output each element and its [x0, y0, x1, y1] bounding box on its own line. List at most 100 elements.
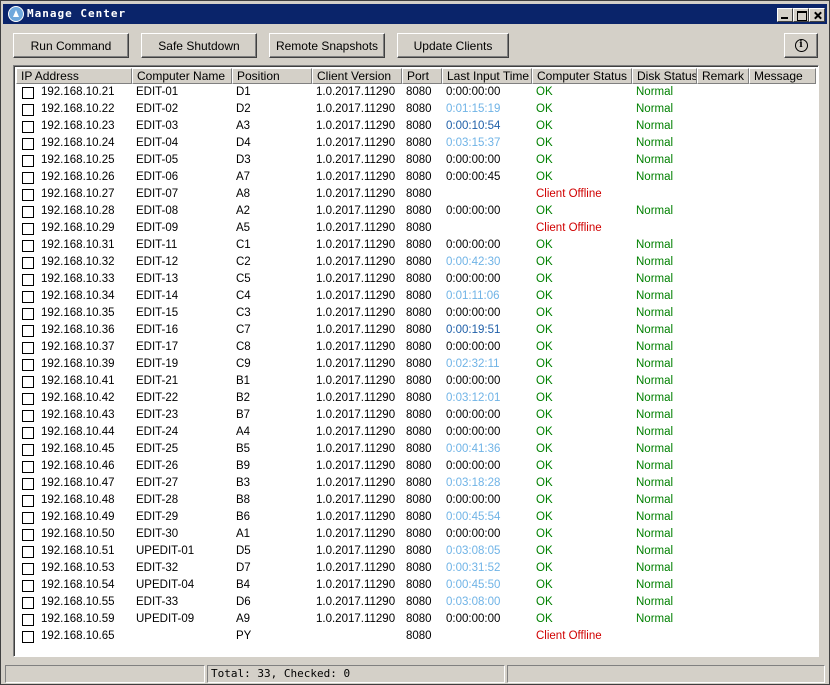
column-header-position[interactable]: Position — [232, 68, 312, 84]
table-row[interactable]: 192.168.10.33 EDIT-13 C5 1.0.2017.11290 8080… — [16, 271, 816, 288]
title-bar[interactable]: Manage Center — [3, 4, 827, 24]
column-header-ip-address[interactable]: IP Address — [16, 68, 132, 84]
info-button[interactable]: i — [784, 33, 818, 58]
ip-address-cell: 192.168.10.59 — [16, 611, 132, 628]
table-row[interactable]: 192.168.10.39 EDIT-19 C9 1.0.2017.11290 8080… — [16, 356, 816, 373]
table-row[interactable]: 192.168.10.41 EDIT-21 B1 1.0.2017.11290 8080… — [16, 373, 816, 390]
table-row[interactable]: 192.168.10.25 EDIT-05 D3 1.0.2017.11290 8080… — [16, 152, 816, 169]
client-version-cell: 1.0.2017.11290 — [316, 426, 396, 438]
row-checkbox[interactable] — [22, 460, 34, 473]
row-checkbox[interactable] — [22, 341, 34, 354]
row-checkbox[interactable] — [22, 528, 34, 541]
table-row[interactable]: 192.168.10.47 EDIT-27 B3 1.0.2017.11290 8080… — [16, 475, 816, 492]
computer-status-cell: OK — [536, 375, 553, 387]
maximize-button[interactable] — [793, 8, 809, 22]
row-checkbox[interactable] — [22, 596, 34, 609]
clients-list[interactable]: IP Address Computer Name Position Client… — [13, 65, 819, 657]
computer-name-cell: EDIT-24 — [136, 426, 179, 438]
table-row[interactable]: 192.168.10.46 EDIT-26 B9 1.0.2017.11290 8080… — [16, 458, 816, 475]
row-checkbox[interactable] — [22, 494, 34, 507]
column-header-computer-status[interactable]: Computer Status — [532, 68, 632, 84]
table-row[interactable]: 192.168.10.29 EDIT-09 A5 1.0.2017.11290 8080… — [16, 220, 816, 237]
computer-status-cell: OK — [536, 86, 553, 98]
row-checkbox[interactable] — [22, 290, 34, 303]
row-checkbox[interactable] — [22, 562, 34, 575]
column-header-port[interactable]: Port — [402, 68, 442, 84]
table-row[interactable]: 192.168.10.65 PY 8080 Client Offline — [16, 628, 816, 645]
table-row[interactable]: 192.168.10.43 EDIT-23 B7 1.0.2017.11290 8080… — [16, 407, 816, 424]
table-row[interactable]: 192.168.10.21 EDIT-01 D1 1.0.2017.11290 8080… — [16, 84, 816, 101]
row-checkbox[interactable] — [22, 137, 34, 150]
row-checkbox[interactable] — [22, 154, 34, 167]
computer-status-cell: OK — [536, 562, 553, 574]
row-checkbox[interactable] — [22, 188, 34, 201]
remote-snapshots-button[interactable]: Remote Snapshots — [269, 33, 385, 58]
row-checkbox[interactable] — [22, 358, 34, 371]
row-checkbox[interactable] — [22, 307, 34, 320]
ip-address-text: 192.168.10.48 — [41, 494, 115, 506]
row-checkbox[interactable] — [22, 86, 34, 99]
table-row[interactable]: 192.168.10.53 EDIT-32 D7 1.0.2017.11290 8080… — [16, 560, 816, 577]
table-row[interactable]: 192.168.10.51 UPEDIT-01 D5 1.0.2017.11290 80… — [16, 543, 816, 560]
column-header-message[interactable]: Message — [749, 68, 816, 84]
table-row[interactable]: 192.168.10.37 EDIT-17 C8 1.0.2017.11290 8080… — [16, 339, 816, 356]
table-row[interactable]: 192.168.10.24 EDIT-04 D4 1.0.2017.11290 8080… — [16, 135, 816, 152]
table-row[interactable]: 192.168.10.31 EDIT-11 C1 1.0.2017.11290 8080… — [16, 237, 816, 254]
row-checkbox[interactable] — [22, 205, 34, 218]
table-row[interactable]: 192.168.10.50 EDIT-30 A1 1.0.2017.11290 8080… — [16, 526, 816, 543]
table-row[interactable]: 192.168.10.26 EDIT-06 A7 1.0.2017.11290 8080… — [16, 169, 816, 186]
row-checkbox[interactable] — [22, 120, 34, 133]
table-row[interactable]: 192.168.10.32 EDIT-12 C2 1.0.2017.11290 8080… — [16, 254, 816, 271]
table-row[interactable]: 192.168.10.55 EDIT-33 D6 1.0.2017.11290 8080… — [16, 594, 816, 611]
table-row[interactable]: 192.168.10.59 UPEDIT-09 A9 1.0.2017.11290 80… — [16, 611, 816, 628]
position-cell: D6 — [236, 596, 251, 608]
table-row[interactable]: 192.168.10.23 EDIT-03 A3 1.0.2017.11290 8080… — [16, 118, 816, 135]
row-checkbox[interactable] — [22, 103, 34, 116]
table-row[interactable]: 192.168.10.49 EDIT-29 B6 1.0.2017.11290 8080… — [16, 509, 816, 526]
safe-shutdown-button[interactable]: Safe Shutdown — [141, 33, 257, 58]
computer-name-cell: EDIT-23 — [136, 409, 179, 421]
column-header-computer-name[interactable]: Computer Name — [132, 68, 232, 84]
table-row[interactable]: 192.168.10.22 EDIT-02 D2 1.0.2017.11290 8080… — [16, 101, 816, 118]
client-version-cell: 1.0.2017.11290 — [316, 171, 396, 183]
row-checkbox[interactable] — [22, 392, 34, 405]
last-input-time-cell: 0:00:00:00 — [446, 460, 501, 472]
close-button[interactable] — [809, 8, 825, 22]
minimize-button[interactable] — [777, 8, 793, 22]
table-row[interactable]: 192.168.10.27 EDIT-07 A8 1.0.2017.11290 8080… — [16, 186, 816, 203]
row-checkbox[interactable] — [22, 426, 34, 439]
table-row[interactable]: 192.168.10.44 EDIT-24 A4 1.0.2017.11290 8080… — [16, 424, 816, 441]
row-checkbox[interactable] — [22, 545, 34, 558]
row-checkbox[interactable] — [22, 239, 34, 252]
row-checkbox[interactable] — [22, 324, 34, 337]
row-checkbox[interactable] — [22, 613, 34, 626]
row-checkbox[interactable] — [22, 256, 34, 269]
row-checkbox[interactable] — [22, 443, 34, 456]
table-row[interactable]: 192.168.10.42 EDIT-22 B2 1.0.2017.11290 8080… — [16, 390, 816, 407]
row-checkbox[interactable] — [22, 477, 34, 490]
row-checkbox[interactable] — [22, 409, 34, 422]
update-clients-button[interactable]: Update Clients — [397, 33, 509, 58]
table-row[interactable]: 192.168.10.34 EDIT-14 C4 1.0.2017.11290 8080… — [16, 288, 816, 305]
row-checkbox[interactable] — [22, 375, 34, 388]
row-checkbox[interactable] — [22, 222, 34, 235]
column-header-remark[interactable]: Remark — [697, 68, 749, 84]
row-checkbox[interactable] — [22, 511, 34, 524]
table-row[interactable]: 192.168.10.48 EDIT-28 B8 1.0.2017.11290 8080… — [16, 492, 816, 509]
ip-address-cell: 192.168.10.47 — [16, 475, 132, 492]
row-checkbox[interactable] — [22, 579, 34, 592]
column-header-last-input-time[interactable]: Last Input Time — [442, 68, 532, 84]
table-row[interactable]: 192.168.10.45 EDIT-25 B5 1.0.2017.11290 8080… — [16, 441, 816, 458]
run-command-button[interactable]: Run Command — [13, 33, 129, 58]
table-row[interactable]: 192.168.10.35 EDIT-15 C3 1.0.2017.11290 8080… — [16, 305, 816, 322]
row-checkbox[interactable] — [22, 171, 34, 184]
table-row[interactable]: 192.168.10.28 EDIT-08 A2 1.0.2017.11290 8080… — [16, 203, 816, 220]
table-row[interactable]: 192.168.10.54 UPEDIT-04 B4 1.0.2017.11290 80… — [16, 577, 816, 594]
table-row[interactable]: 192.168.10.36 EDIT-16 C7 1.0.2017.11290 8080… — [16, 322, 816, 339]
column-header-client-version[interactable]: Client Version — [312, 68, 402, 84]
row-checkbox[interactable] — [22, 273, 34, 286]
column-header-disk-status[interactable]: Disk Status — [632, 68, 697, 84]
row-checkbox[interactable] — [22, 630, 34, 643]
disk-status-cell: Normal — [636, 477, 674, 489]
ip-address-cell: 192.168.10.37 — [16, 339, 132, 356]
